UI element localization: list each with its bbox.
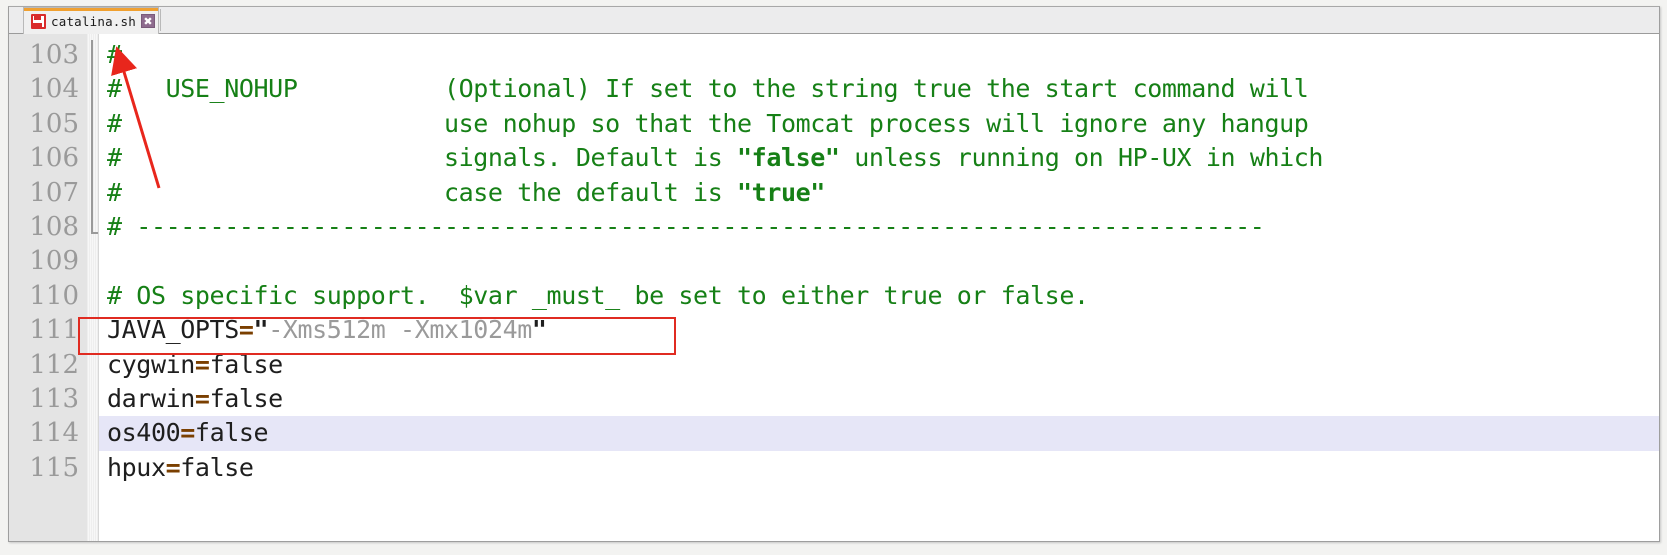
code-line[interactable]: hpux=false	[99, 451, 1659, 485]
code-token: cygwin	[107, 349, 195, 379]
line-number: 113	[29, 383, 79, 414]
line-number: 106	[29, 143, 79, 174]
line-number: 104	[29, 74, 79, 105]
code-line[interactable]: # signals. Default is "false" unless run…	[99, 141, 1659, 175]
line-number: 108	[29, 211, 79, 242]
line-number: 111	[29, 315, 79, 346]
code-token: "	[531, 315, 547, 345]
code-token: # USE_NOHUP (Optional) If set to the str…	[107, 74, 1309, 104]
code-token: =	[238, 315, 254, 345]
code-token: =	[194, 349, 210, 379]
code-token: false	[180, 452, 254, 482]
code-line[interactable]: # case the default is "true"	[99, 176, 1659, 210]
line-number: 109	[29, 246, 79, 277]
close-icon[interactable]: ✖	[140, 14, 155, 28]
fold-bracket-icon[interactable]	[91, 40, 98, 234]
screenshot-root: catalina.sh ✖ 103 104 105 106 107 108 109 110 11…	[0, 0, 1667, 555]
code-line[interactable]: # OS specific support. $var _must_ be se…	[99, 279, 1659, 313]
code-line[interactable]: # USE_NOHUP (Optional) If set to the str…	[99, 72, 1659, 106]
code-token: # use nohup so that the Tomcat process w…	[107, 108, 1309, 138]
code-token: false	[194, 418, 269, 448]
tab-active-accent	[24, 8, 158, 11]
code-line[interactable]: # use nohup so that the Tomcat process w…	[99, 107, 1659, 141]
line-number-gutter: 103 104 105 106 107 108 109 110 111 112 113 114 115	[9, 34, 87, 541]
code-token: # OS specific support. $var _must_ be se…	[107, 280, 1089, 310]
code-token: # case the default is	[107, 177, 738, 207]
line-number: 112	[29, 349, 79, 380]
code-token: unless running on HP-UX in which	[839, 143, 1324, 173]
code-line[interactable]: JAVA_OPTS="-Xms512m -Xmx1024m"	[99, 313, 1659, 347]
code-token: false	[209, 349, 284, 379]
editor-window: catalina.sh ✖ 103 104 105 106 107 108 109 110 11…	[8, 6, 1660, 542]
code-token: JAVA_OPTS	[107, 315, 239, 345]
line-number: 114	[29, 418, 79, 449]
line-number: 115	[29, 452, 79, 483]
code-text-pane[interactable]: # # USE_NOHUP (Optional) If set to the st…	[99, 34, 1659, 541]
tab-strip: catalina.sh ✖	[9, 7, 1659, 34]
code-token: #	[107, 40, 122, 69]
code-token: =	[180, 418, 195, 448]
code-token: false	[209, 383, 284, 413]
code-token: os400	[107, 418, 181, 448]
line-number: 103	[29, 40, 79, 70]
code-token: hpux	[107, 452, 166, 482]
code-folding-strip[interactable]	[87, 34, 99, 541]
code-token: darwin	[107, 383, 195, 413]
code-line[interactable]: cygwin=false	[99, 348, 1659, 382]
code-token: =	[165, 452, 181, 482]
tab-catalina-sh[interactable]: catalina.sh ✖	[23, 7, 159, 34]
code-token: =	[194, 383, 210, 413]
line-number: 110	[29, 280, 79, 311]
line-number: 107	[29, 177, 79, 208]
tab-label: catalina.sh	[51, 13, 136, 29]
code-token: # signals. Default is	[107, 143, 738, 173]
code-line[interactable]: os400=false	[99, 416, 1659, 451]
code-token: "false"	[737, 143, 840, 173]
floppy-disk-icon	[31, 13, 46, 29]
code-area[interactable]: 103 104 105 106 107 108 109 110 111 112 113 114 115 …	[9, 34, 1659, 541]
code-line[interactable]: #	[99, 38, 1659, 72]
code-line[interactable]	[99, 244, 1659, 278]
code-token: -Xms512m -Xmx1024m	[268, 315, 532, 345]
tab-strip-divider	[159, 9, 162, 31]
code-token: "true"	[737, 177, 825, 207]
code-line[interactable]: # --------------------------------------…	[99, 210, 1659, 244]
code-line[interactable]: darwin=false	[99, 382, 1659, 416]
line-number: 105	[29, 108, 79, 139]
code-token: # --------------------------------------…	[107, 211, 1265, 241]
code-token: "	[253, 315, 269, 345]
